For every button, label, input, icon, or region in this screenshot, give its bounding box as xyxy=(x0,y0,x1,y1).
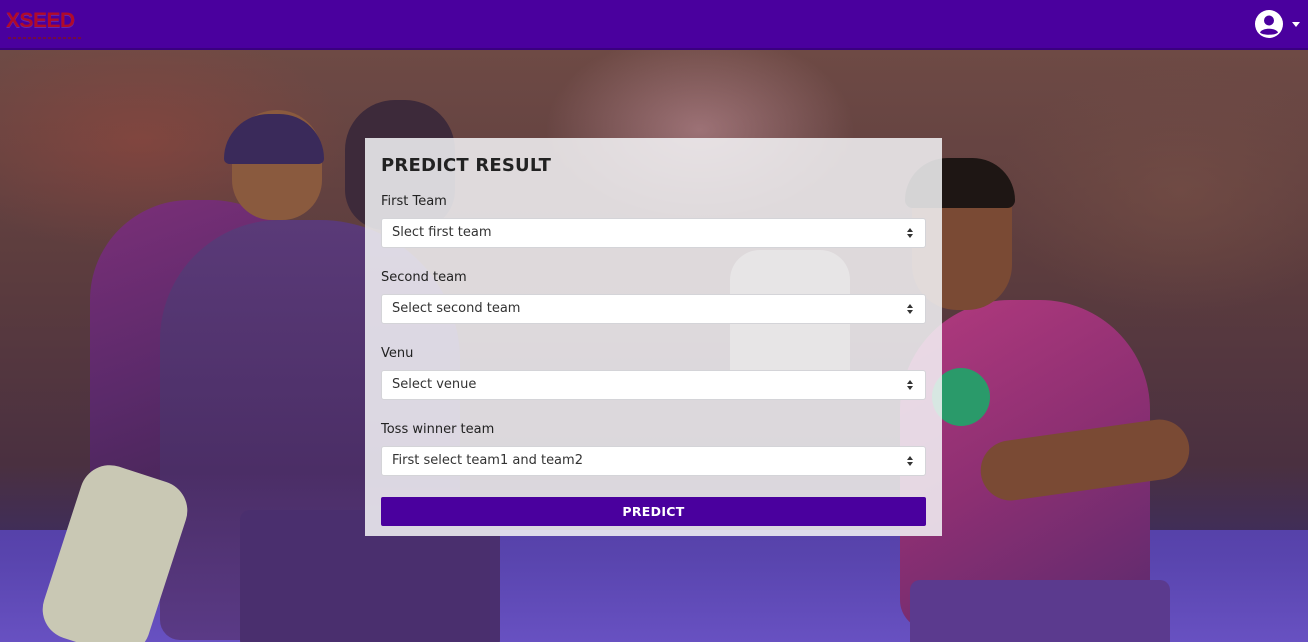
toss-winner-selected-value: First select team1 and team2 xyxy=(392,453,583,468)
second-team-select[interactable]: Select second team xyxy=(381,294,926,324)
venue-select[interactable]: Select venue xyxy=(381,370,926,400)
account-circle-icon[interactable] xyxy=(1254,9,1284,39)
toss-winner-label: Toss winner team xyxy=(381,422,495,437)
toss-winner-group: Toss winner team First select team1 and … xyxy=(381,422,926,476)
select-arrows-icon xyxy=(907,228,915,240)
brand-logo[interactable]: XSEED xyxy=(6,10,82,39)
first-team-selected-value: Slect first team xyxy=(392,225,492,240)
first-team-group: First Team Slect first team xyxy=(381,194,926,248)
predict-form-panel: PREDICT RESULT First Team Slect first te… xyxy=(365,138,942,536)
venue-selected-value: Select venue xyxy=(392,377,477,392)
top-navbar: XSEED xyxy=(0,0,1308,50)
form-title: PREDICT RESULT xyxy=(381,155,552,176)
first-team-select[interactable]: Slect first team xyxy=(381,218,926,248)
first-team-label: First Team xyxy=(381,194,447,209)
second-team-label: Second team xyxy=(381,270,467,285)
second-team-group: Second team Select second team xyxy=(381,270,926,324)
select-arrows-icon xyxy=(907,304,915,316)
toss-winner-select[interactable]: First select team1 and team2 xyxy=(381,446,926,476)
user-menu-toggle[interactable] xyxy=(1254,9,1300,39)
caret-down-icon[interactable] xyxy=(1292,21,1300,27)
select-arrows-icon xyxy=(907,456,915,468)
predict-button[interactable]: PREDICT xyxy=(381,497,926,526)
venue-label: Venu xyxy=(381,346,414,361)
brand-name[interactable]: XSEED xyxy=(6,9,75,32)
venue-group: Venu Select venue xyxy=(381,346,926,400)
second-team-selected-value: Select second team xyxy=(392,301,521,316)
brand-tagline-decoration xyxy=(8,36,82,39)
select-arrows-icon xyxy=(907,380,915,392)
